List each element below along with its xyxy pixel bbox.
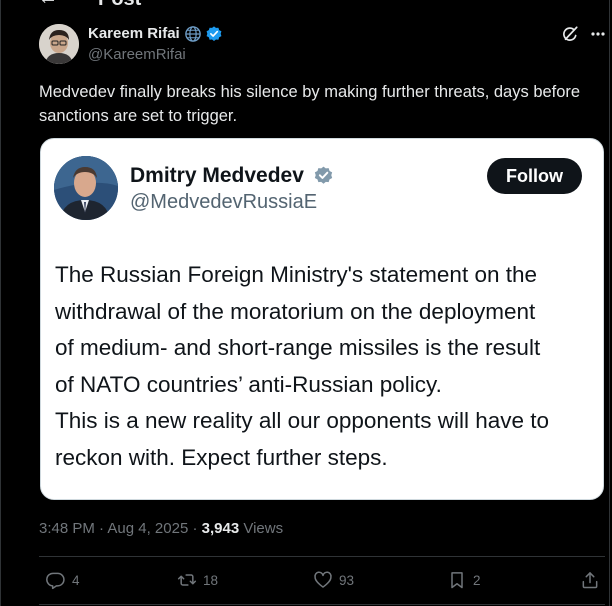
quoted-image-card[interactable]: Dmitry Medvedev @MedvedevRussiaE Follow … bbox=[40, 138, 604, 500]
card-avatar bbox=[54, 156, 118, 220]
post-text: Medvedev finally breaks his silence by m… bbox=[39, 83, 581, 125]
grok-icon[interactable] bbox=[561, 25, 579, 43]
like-button[interactable]: 93 bbox=[313, 570, 354, 590]
retweet-icon bbox=[177, 574, 197, 586]
author-avatar[interactable] bbox=[39, 24, 79, 64]
divider bbox=[39, 604, 605, 605]
card-verified-icon bbox=[314, 166, 333, 184]
follow-button: Follow bbox=[487, 158, 582, 194]
left-column-border bbox=[0, 0, 1, 606]
card-text-line: of NATO countries’ anti-Russian policy. bbox=[55, 371, 442, 397]
right-column-border bbox=[609, 0, 610, 606]
post-time[interactable]: 3:48 PM bbox=[39, 520, 95, 537]
card-text-line: of medium- and short-range missiles is t… bbox=[55, 335, 541, 360]
share-button[interactable] bbox=[580, 570, 600, 590]
divider bbox=[39, 556, 605, 557]
more-icon[interactable] bbox=[590, 26, 606, 42]
page-title: Post bbox=[98, 0, 141, 9]
like-count: 93 bbox=[339, 572, 355, 588]
reply-count: 4 bbox=[72, 572, 80, 588]
card-handle: @MedvedevRussiaE bbox=[130, 191, 318, 213]
like-icon bbox=[314, 571, 332, 588]
meta-separator: · bbox=[192, 520, 202, 537]
bookmark-icon bbox=[451, 572, 463, 589]
back-arrow-icon[interactable]: ← bbox=[38, 0, 58, 8]
post-meta: 3:48 PM · Aug 4, 2025 · 3,943 Views bbox=[39, 519, 283, 539]
card-text-line: This is a new reality all our opponents … bbox=[55, 408, 550, 433]
author-name[interactable]: Kareem Rifai bbox=[88, 25, 180, 43]
views-count[interactable]: 3,943 bbox=[202, 520, 240, 537]
card-text-line: withdrawal of the moratorium on the depl… bbox=[55, 298, 536, 324]
reply-icon bbox=[46, 572, 65, 590]
card-display-name: Dmitry Medvedev bbox=[130, 164, 304, 187]
bookmark-button[interactable]: 2 bbox=[447, 570, 481, 590]
share-icon bbox=[582, 572, 598, 589]
globe-icon bbox=[185, 26, 201, 42]
author-handle[interactable]: @KareemRifai bbox=[88, 46, 186, 64]
bookmark-count: 2 bbox=[473, 572, 481, 588]
repost-button[interactable]: 18 bbox=[177, 570, 218, 590]
top-bar: ← Post bbox=[0, 0, 610, 12]
card-text-line: The Russian Foreign Ministry's statement… bbox=[55, 262, 538, 287]
views-label: Views bbox=[243, 520, 284, 537]
card-statement: The Russian Foreign Ministry's statement… bbox=[55, 257, 600, 476]
repost-count: 18 bbox=[203, 572, 219, 588]
reply-button[interactable]: 4 bbox=[46, 570, 80, 590]
card-text-line: reckon with. Expect further steps. bbox=[55, 444, 388, 470]
post-date[interactable]: Aug 4, 2025 bbox=[107, 520, 188, 537]
verified-badge-icon[interactable] bbox=[205, 25, 223, 43]
